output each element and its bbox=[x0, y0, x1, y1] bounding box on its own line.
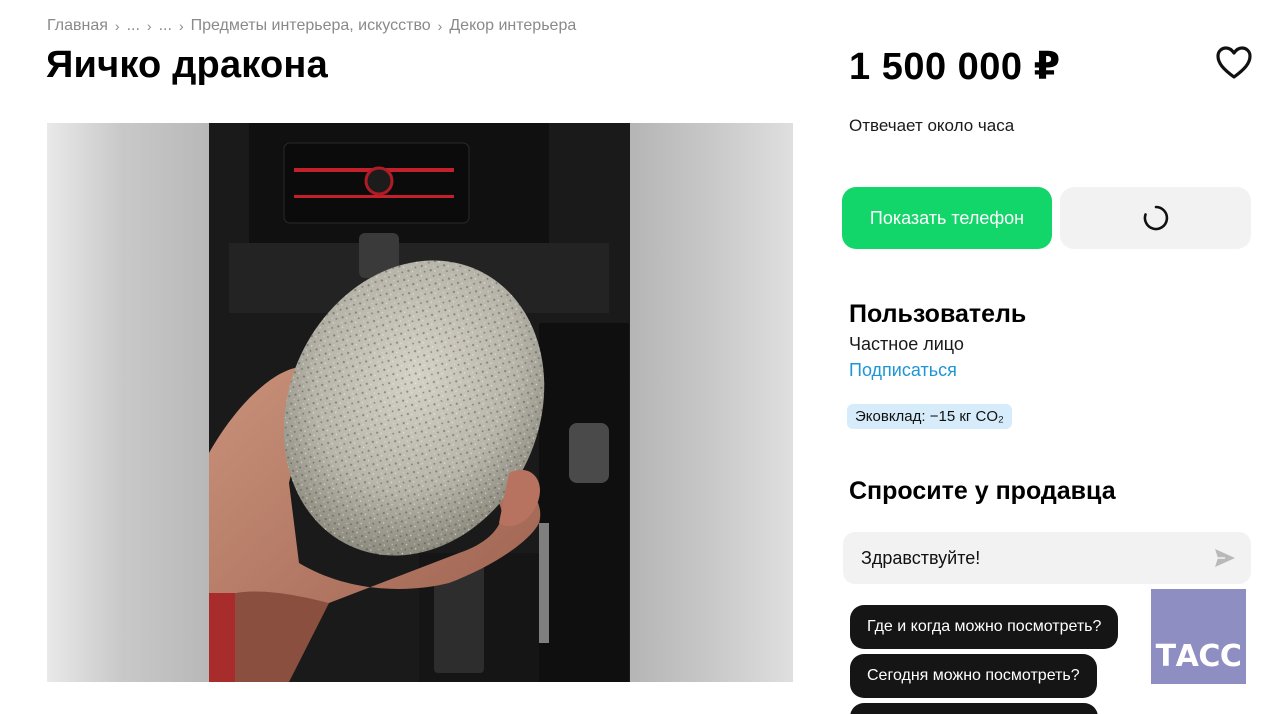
ask-seller-title: Спросите у продавца bbox=[849, 477, 1116, 505]
eco-badge[interactable]: Эковклад: −15 кг CO₂ bbox=[847, 404, 1012, 429]
seller-name[interactable]: Пользователь bbox=[849, 300, 1026, 329]
response-time: Отвечает около часа bbox=[849, 116, 1015, 135]
breadcrumb-collapsed-1[interactable]: ... bbox=[127, 17, 140, 35]
send-arrow-icon[interactable] bbox=[1213, 546, 1237, 570]
message-field[interactable] bbox=[843, 532, 1251, 584]
breadcrumb-subcategory[interactable]: Декор интерьера bbox=[449, 17, 576, 35]
heart-icon bbox=[1216, 46, 1252, 79]
photo-gallery[interactable] bbox=[47, 123, 793, 682]
listing-price: 1 500 000 ₽ bbox=[849, 46, 1061, 88]
favorite-button[interactable] bbox=[1215, 45, 1253, 81]
gallery-blur-right bbox=[630, 123, 793, 682]
breadcrumb: Главная › ... › ... › Предметы интерьера… bbox=[47, 17, 576, 35]
breadcrumb-home[interactable]: Главная bbox=[47, 17, 108, 35]
breadcrumb-collapsed-2[interactable]: ... bbox=[159, 17, 172, 35]
spinner-icon bbox=[1143, 205, 1168, 231]
seller-type: Частное лицо bbox=[849, 334, 964, 354]
breadcrumb-separator: › bbox=[146, 18, 152, 34]
message-button[interactable] bbox=[1060, 187, 1251, 249]
tass-watermark: ТАСС bbox=[1151, 589, 1246, 684]
listing-photo-image bbox=[209, 123, 630, 682]
quick-question-chip[interactable] bbox=[850, 703, 1098, 714]
listing-photo[interactable] bbox=[209, 123, 630, 682]
breadcrumb-category[interactable]: Предметы интерьера, искусство bbox=[191, 17, 431, 35]
quick-question-chip[interactable]: Где и когда можно посмотреть? bbox=[850, 605, 1119, 649]
subscribe-link[interactable]: Подписаться bbox=[849, 360, 957, 381]
breadcrumb-separator: › bbox=[114, 18, 120, 34]
show-phone-button[interactable]: Показать телефон bbox=[842, 187, 1052, 249]
listing-title: Яичко дракона bbox=[46, 44, 328, 86]
quick-question-chip[interactable]: Сегодня можно посмотреть? bbox=[850, 654, 1097, 698]
tass-logo-text: ТАСС bbox=[1155, 639, 1242, 674]
breadcrumb-separator: › bbox=[178, 18, 184, 34]
message-input[interactable] bbox=[861, 547, 1191, 569]
breadcrumb-separator: › bbox=[437, 18, 443, 34]
gallery-blur-left bbox=[47, 123, 209, 682]
